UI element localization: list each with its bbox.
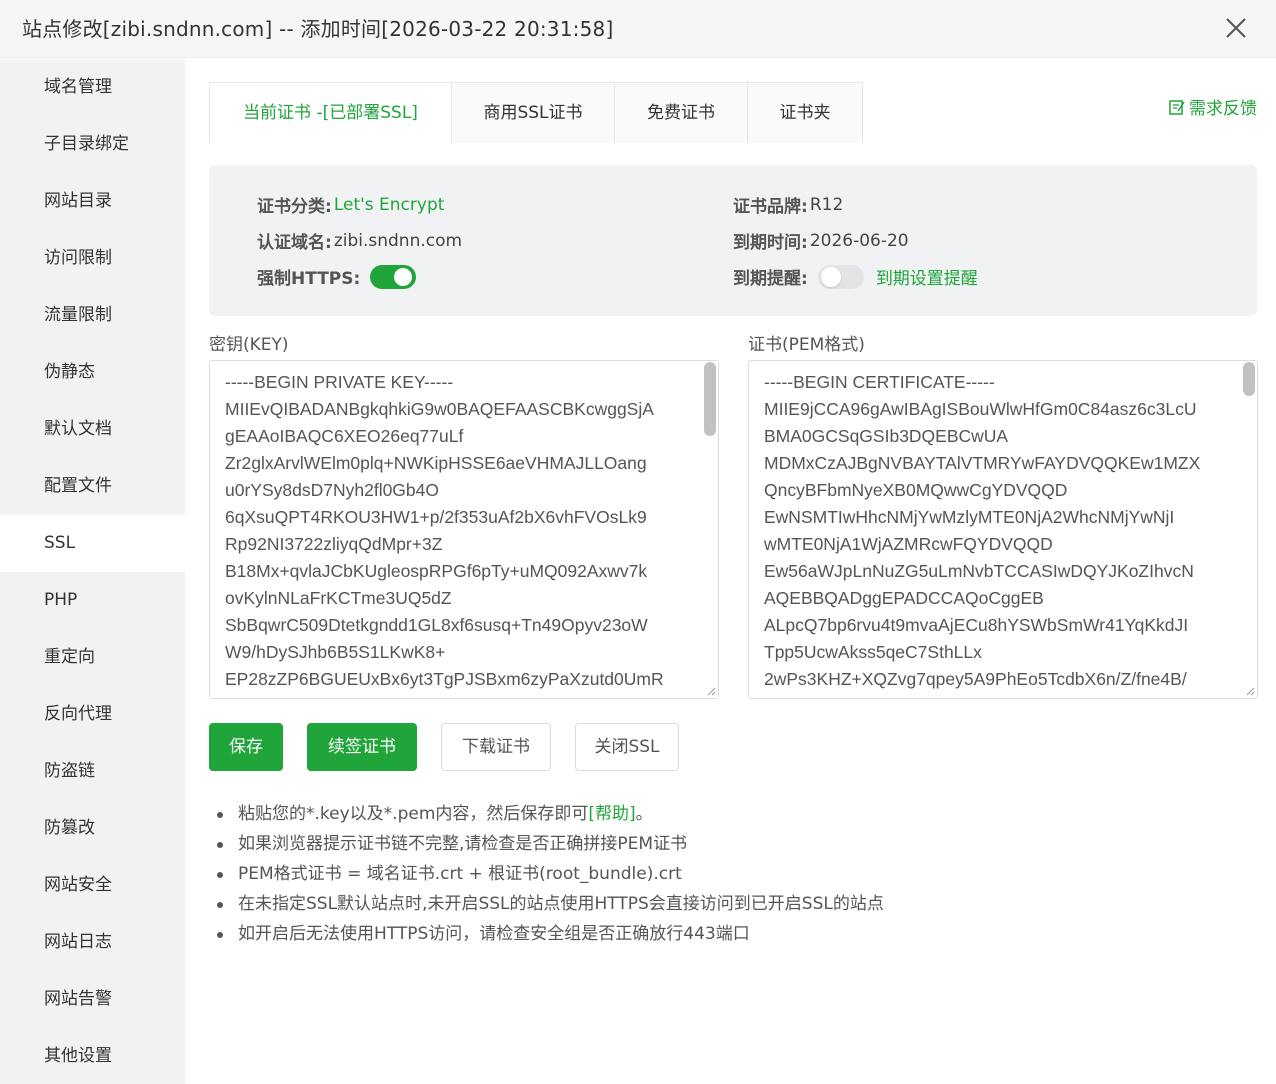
resize-grip-icon[interactable] (1245, 686, 1255, 696)
certificate-content: -----BEGIN CERTIFICATE----- MIIE9jCCA96g… (764, 372, 1201, 689)
force-https-label: 强制HTTPS: (257, 269, 361, 289)
tab-cert-folder[interactable]: 证书夹 (748, 83, 862, 143)
sidebar-item-site-alert[interactable]: 网站告警 (0, 971, 185, 1028)
cert-domain-value: zibi.sndnn.com (333, 230, 463, 251)
key-scrollbar[interactable] (702, 361, 718, 698)
sidebar-item-tamper-proof[interactable]: 防篡改 (0, 800, 185, 857)
sidebar-item-rewrite[interactable]: 伪静态 (0, 344, 185, 401)
sidebar-item-config[interactable]: 配置文件 (0, 458, 185, 515)
close-button[interactable] (1218, 10, 1254, 46)
private-key-content: -----BEGIN PRIVATE KEY----- MIIEvQIBADAN… (225, 372, 664, 689)
sidebar-item-site-security[interactable]: 网站安全 (0, 857, 185, 914)
sidebar-item-reverse-proxy[interactable]: 反向代理 (0, 686, 185, 743)
force-https-row: 强制HTTPS: (257, 264, 417, 289)
list-item: 粘贴您的*.key以及*.pem内容，然后保存即可[帮助]。 (215, 799, 884, 829)
private-key-textarea[interactable]: -----BEGIN PRIVATE KEY----- MIIEvQIBADAN… (209, 360, 719, 699)
sidebar-item-hotlink[interactable]: 防盗链 (0, 743, 185, 800)
key-label: 密钥(KEY) (209, 335, 289, 355)
resize-grip-icon[interactable] (706, 686, 716, 696)
sidebar-item-site-dir[interactable]: 网站目录 (0, 173, 185, 230)
save-button[interactable]: 保存 (209, 723, 283, 771)
sidebar: 域名管理 子目录绑定 网站目录 访问限制 流量限制 伪静态 默认文档 配置文件 … (0, 59, 185, 1084)
list-item: 在未指定SSL默认站点时,未开启SSL的站点使用HTTPS会直接访问到已开启SS… (215, 889, 884, 919)
cert-category-label: 证书分类: (257, 197, 332, 217)
sidebar-item-other-settings[interactable]: 其他设置 (0, 1028, 185, 1084)
list-item: 如果浏览器提示证书链不完整,请检查是否正确拼接PEM证书 (215, 829, 884, 859)
cert-brand-row: 证书品牌: R12 (733, 192, 844, 218)
list-item: 如开启后无法使用HTTPS访问，请检查安全组是否正确放行443端口 (215, 919, 884, 949)
sidebar-item-default-doc[interactable]: 默认文档 (0, 401, 185, 458)
force-https-toggle[interactable] (370, 264, 417, 289)
sidebar-item-php[interactable]: PHP (0, 572, 185, 629)
cert-category-value: Let's Encrypt (333, 194, 445, 215)
title-bar: 站点修改[zibi.sndnn.com] -- 添加时间[2026-03-22 … (0, 0, 1276, 58)
main-panel: 当前证书 -[已部署SSL] 商用SSL证书 免费证书 证书夹 需求反馈 证书分… (185, 59, 1276, 1084)
renew-cert-button[interactable]: 续签证书 (307, 723, 417, 771)
cert-expire-value: 2026-06-20 (809, 230, 909, 251)
cert-info-panel: 证书分类: Let's Encrypt 认证域名: zibi.sndnn.com… (209, 165, 1257, 316)
feedback-label: 需求反馈 (1189, 99, 1257, 119)
expire-remind-row: 到期提醒: 到期设置提醒 (733, 264, 978, 289)
sidebar-item-ssl[interactable]: SSL (0, 515, 185, 572)
list-item: PEM格式证书 = 域名证书.crt + 根证书(root_bundle).cr… (215, 859, 884, 889)
set-remind-link[interactable]: 到期设置提醒 (876, 264, 978, 289)
cert-tabs: 当前证书 -[已部署SSL] 商用SSL证书 免费证书 证书夹 (209, 82, 863, 143)
feedback-link[interactable]: 需求反馈 (1168, 94, 1257, 119)
sidebar-item-subdir[interactable]: 子目录绑定 (0, 116, 185, 173)
expire-remind-toggle[interactable] (817, 264, 864, 289)
tab-current-cert[interactable]: 当前证书 -[已部署SSL] (210, 83, 452, 143)
expire-remind-label: 到期提醒: (733, 269, 808, 289)
sidebar-item-redirect[interactable]: 重定向 (0, 629, 185, 686)
cert-scrollbar[interactable] (1241, 361, 1257, 698)
cert-domain-row: 认证域名: zibi.sndnn.com (257, 228, 463, 254)
cert-brand-label: 证书品牌: (733, 197, 808, 217)
window-title: 站点修改[zibi.sndnn.com] -- 添加时间[2026-03-22 … (22, 17, 614, 41)
cert-expire-row: 到期时间: 2026-06-20 (733, 228, 909, 254)
cert-category-row: 证书分类: Let's Encrypt (257, 192, 445, 218)
tab-free-cert[interactable]: 免费证书 (615, 83, 748, 143)
sidebar-item-access-limit[interactable]: 访问限制 (0, 230, 185, 287)
close-icon (1226, 18, 1246, 38)
sidebar-item-traffic-limit[interactable]: 流量限制 (0, 287, 185, 344)
download-cert-button[interactable]: 下载证书 (441, 723, 551, 771)
tab-commercial-ssl[interactable]: 商用SSL证书 (452, 83, 615, 143)
cert-expire-label: 到期时间: (733, 233, 808, 253)
sidebar-item-site-log[interactable]: 网站日志 (0, 914, 185, 971)
edit-icon (1169, 99, 1185, 115)
cert-label: 证书(PEM格式) (748, 335, 865, 355)
sidebar-item-domain[interactable]: 域名管理 (0, 59, 185, 116)
cert-domain-label: 认证域名: (257, 233, 332, 253)
close-ssl-button[interactable]: 关闭SSL (575, 723, 679, 771)
tips-list: 粘贴您的*.key以及*.pem内容，然后保存即可[帮助]。 如果浏览器提示证书… (215, 799, 884, 949)
help-link[interactable]: [帮助] (588, 804, 635, 824)
certificate-textarea[interactable]: -----BEGIN CERTIFICATE----- MIIE9jCCA96g… (748, 360, 1258, 699)
cert-brand-value: R12 (809, 194, 844, 215)
